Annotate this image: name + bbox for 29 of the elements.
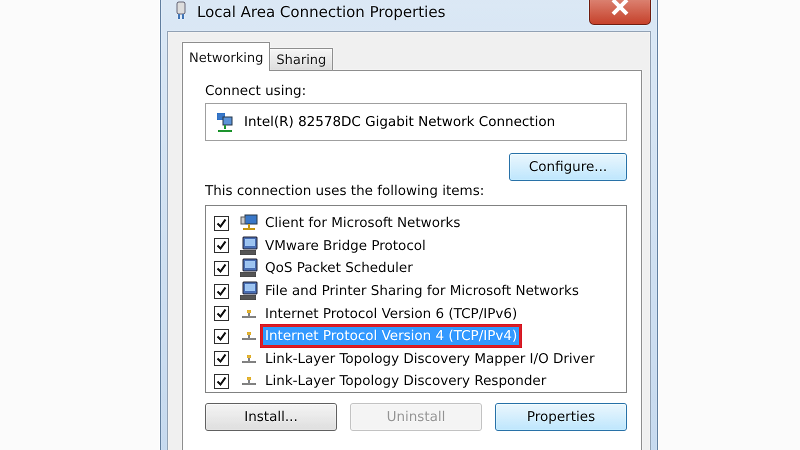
checkbox[interactable] xyxy=(214,374,229,389)
list-item[interactable]: Client for Microsoft Networks xyxy=(263,214,462,232)
list-item[interactable]: Link-Layer Topology Discovery Responder xyxy=(263,372,548,390)
checkbox[interactable] xyxy=(214,306,229,322)
checkbox[interactable] xyxy=(214,216,229,231)
computer-icon xyxy=(239,281,259,302)
list-item[interactable]: QoS Packet Scheduler xyxy=(263,259,415,278)
list-item[interactable]: Internet Protocol Version 6 (TCP/IPv6) xyxy=(263,304,520,323)
action-button[interactable]: Properties xyxy=(495,403,627,431)
checkbox[interactable] xyxy=(214,284,229,299)
close-icon xyxy=(609,0,631,16)
list-item[interactable]: Link-Layer Topology Discovery Mapper I/O Driver xyxy=(263,350,597,368)
checkbox[interactable] xyxy=(214,351,229,366)
checkbox[interactable] xyxy=(214,328,229,344)
list-item[interactable]: VMware Bridge Protocol xyxy=(263,236,428,255)
tab[interactable]: Networking xyxy=(182,42,270,71)
configure-button[interactable]: Configure... xyxy=(509,153,627,181)
items-label: This connection uses the following items: xyxy=(205,183,486,199)
list-item[interactable]: File and Printer Sharing for Microsoft Networks xyxy=(263,282,581,300)
checkbox[interactable] xyxy=(214,260,229,276)
checkbox[interactable] xyxy=(214,238,229,254)
window-title: Local Area Connection Properties xyxy=(197,3,446,21)
computer-icon xyxy=(239,258,259,278)
network-cable-icon xyxy=(175,1,187,21)
computer-icon xyxy=(239,236,259,256)
action-button[interactable]: Install... xyxy=(205,403,337,431)
connect-using-label: Connect using: xyxy=(205,83,308,99)
tab[interactable]: Sharing xyxy=(269,48,334,70)
adapter-name: Intel(R) 82578DC Gigabit Network Connection xyxy=(244,114,556,130)
